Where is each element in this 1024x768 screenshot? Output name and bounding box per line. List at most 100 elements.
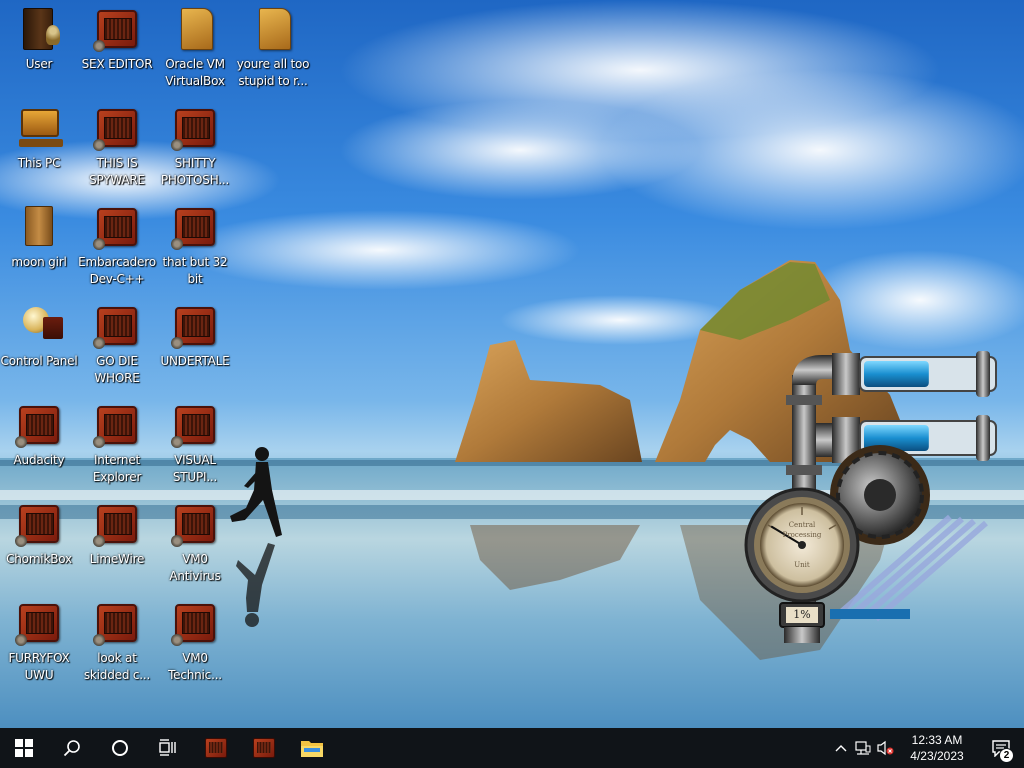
start-button[interactable] bbox=[0, 728, 48, 768]
desktop-icon-image bbox=[15, 402, 61, 448]
desktop-icon[interactable]: UNDERTALE bbox=[156, 297, 234, 393]
cpu-percent-readout: 1% bbox=[793, 608, 811, 621]
desktop-icon-label: look at skidded c... bbox=[83, 651, 151, 682]
app-icon bbox=[205, 738, 227, 758]
desktop-icon[interactable]: Oracle VM VirtualBox bbox=[156, 0, 234, 96]
desktop-icon-image bbox=[251, 6, 295, 52]
app-icon bbox=[15, 604, 59, 646]
system-monitor-gadget[interactable]: Central Processing Unit 1% bbox=[740, 345, 1000, 650]
desktop-icon-label: LimeWire bbox=[89, 552, 145, 566]
box-icon bbox=[25, 206, 53, 246]
desktop-icon-label: Audacity bbox=[13, 453, 65, 467]
desktop-icon-image bbox=[17, 6, 61, 52]
desktop-icon-label: User bbox=[25, 57, 53, 71]
system-tray: 12:33 AM 4/23/2023 2 bbox=[830, 728, 1024, 768]
desktop-icon-label: UNDERTALE bbox=[160, 354, 230, 368]
desktop-icon[interactable]: look at skidded c... bbox=[78, 594, 156, 690]
app-icon bbox=[171, 406, 215, 448]
desktop-icon-label: VM0 Technic... bbox=[168, 651, 222, 682]
desktop-icon-label: Control Panel bbox=[0, 354, 78, 368]
desktop-icon[interactable]: Internet Explorer bbox=[78, 396, 156, 492]
desktop-icon[interactable]: THIS IS SPYWARE bbox=[78, 99, 156, 195]
desktop-icon-label: ChomikBox bbox=[6, 552, 72, 566]
desktop-icon[interactable]: This PC bbox=[0, 99, 78, 195]
network-icon bbox=[855, 741, 871, 755]
desktop-icon-image bbox=[171, 600, 217, 646]
desktop-icon-image bbox=[93, 303, 139, 349]
desktop-icon-label: SHITTY PHOTOSH... bbox=[160, 156, 230, 187]
desktop-icon[interactable]: Control Panel bbox=[0, 297, 78, 393]
desktop-icon-label: Embarcadero Dev-C++ bbox=[78, 255, 156, 286]
desktop-icon-label: Oracle VM VirtualBox bbox=[165, 57, 225, 88]
app-icon bbox=[93, 208, 137, 250]
desktop-icon-image bbox=[17, 105, 63, 151]
cortana-button[interactable] bbox=[96, 728, 144, 768]
desktop-icon-image bbox=[93, 204, 139, 250]
task-view-button[interactable] bbox=[144, 728, 192, 768]
gauge-label-top: Central bbox=[788, 521, 816, 529]
taskbar-pinned-app-2[interactable] bbox=[240, 728, 288, 768]
volume-button[interactable] bbox=[874, 728, 896, 768]
gadget-graphic bbox=[744, 351, 997, 643]
desktop-icon[interactable]: VM0 Technic... bbox=[156, 594, 234, 690]
clock-date: 4/23/2023 bbox=[910, 749, 964, 763]
doc-icon bbox=[259, 8, 291, 50]
desktop-icon[interactable]: User bbox=[0, 0, 78, 96]
desktop-icon[interactable]: FURRYFOX UWU bbox=[0, 594, 78, 690]
desktop-icon-image bbox=[15, 600, 61, 646]
taskbar-file-explorer[interactable] bbox=[288, 728, 336, 768]
desktop-icon-image bbox=[17, 303, 63, 349]
desktop-icon-image bbox=[93, 6, 139, 52]
desktop-icon-label: GO DIE WHORE bbox=[94, 354, 140, 385]
gauge-label-bottom: Unit bbox=[794, 561, 810, 569]
desktop-icon-image bbox=[17, 204, 61, 250]
desktop-icon[interactable]: youre all too stupid to r... bbox=[234, 0, 312, 96]
gauge-label-mid: Processing bbox=[782, 531, 822, 539]
desktop-icon[interactable]: VM0 Antivirus bbox=[156, 495, 234, 591]
desktop: User This PC moon girl Control Panel Audacit… bbox=[0, 0, 1024, 728]
network-button[interactable] bbox=[852, 728, 874, 768]
desktop-icon-label: VISUAL STUPI... bbox=[172, 453, 218, 484]
app-icon bbox=[171, 208, 215, 250]
taskbar: 12:33 AM 4/23/2023 2 bbox=[0, 728, 1024, 768]
desktop-icon-image bbox=[171, 501, 217, 547]
app-icon bbox=[93, 307, 137, 349]
volume-muted-icon bbox=[877, 740, 894, 756]
desktop-icon[interactable]: SEX EDITOR bbox=[78, 0, 156, 96]
desktop-icon-label: FURRYFOX UWU bbox=[8, 651, 70, 682]
task-view-icon bbox=[159, 739, 176, 756]
desktop-icon[interactable]: LimeWire bbox=[78, 495, 156, 591]
desktop-icon-label: that but 32 bit bbox=[162, 255, 228, 286]
taskbar-clock[interactable]: 12:33 AM 4/23/2023 bbox=[896, 728, 978, 768]
search-button[interactable] bbox=[48, 728, 96, 768]
desktop-icon[interactable]: VISUAL STUPI... bbox=[156, 396, 234, 492]
app-icon bbox=[93, 406, 137, 448]
chevron-up-icon bbox=[835, 745, 847, 752]
app-icon bbox=[15, 406, 59, 448]
desktop-icon-image bbox=[93, 600, 139, 646]
desktop-icon[interactable]: Audacity bbox=[0, 396, 78, 492]
desktop-icon-image bbox=[173, 6, 217, 52]
book-icon bbox=[23, 8, 60, 50]
desktop-icon-image bbox=[15, 501, 61, 547]
desktop-icon[interactable]: GO DIE WHORE bbox=[78, 297, 156, 393]
desktop-icon-image bbox=[171, 303, 217, 349]
show-hidden-icons-button[interactable] bbox=[830, 728, 852, 768]
desktop-icon-image bbox=[93, 402, 139, 448]
desktop-icon-label: VM0 Antivirus bbox=[169, 552, 221, 583]
search-icon bbox=[63, 740, 80, 757]
desktop-icon[interactable]: Embarcadero Dev-C++ bbox=[78, 198, 156, 294]
action-center-button[interactable]: 2 bbox=[978, 728, 1024, 768]
app-icon bbox=[171, 109, 215, 151]
clock-time: 12:33 AM bbox=[911, 733, 963, 747]
desktop-icon[interactable]: ChomikBox bbox=[0, 495, 78, 591]
desktop-icon[interactable]: moon girl bbox=[0, 198, 78, 294]
taskbar-pinned-app-1[interactable] bbox=[192, 728, 240, 768]
app-icon bbox=[171, 604, 215, 646]
app-icon bbox=[15, 505, 59, 547]
desktop-icon[interactable]: SHITTY PHOTOSH... bbox=[156, 99, 234, 195]
desktop-icon-label: youre all too stupid to r... bbox=[236, 57, 310, 88]
cortana-circle-icon bbox=[112, 740, 128, 756]
desktop-icon-image bbox=[171, 105, 217, 151]
desktop-icon[interactable]: that but 32 bit bbox=[156, 198, 234, 294]
